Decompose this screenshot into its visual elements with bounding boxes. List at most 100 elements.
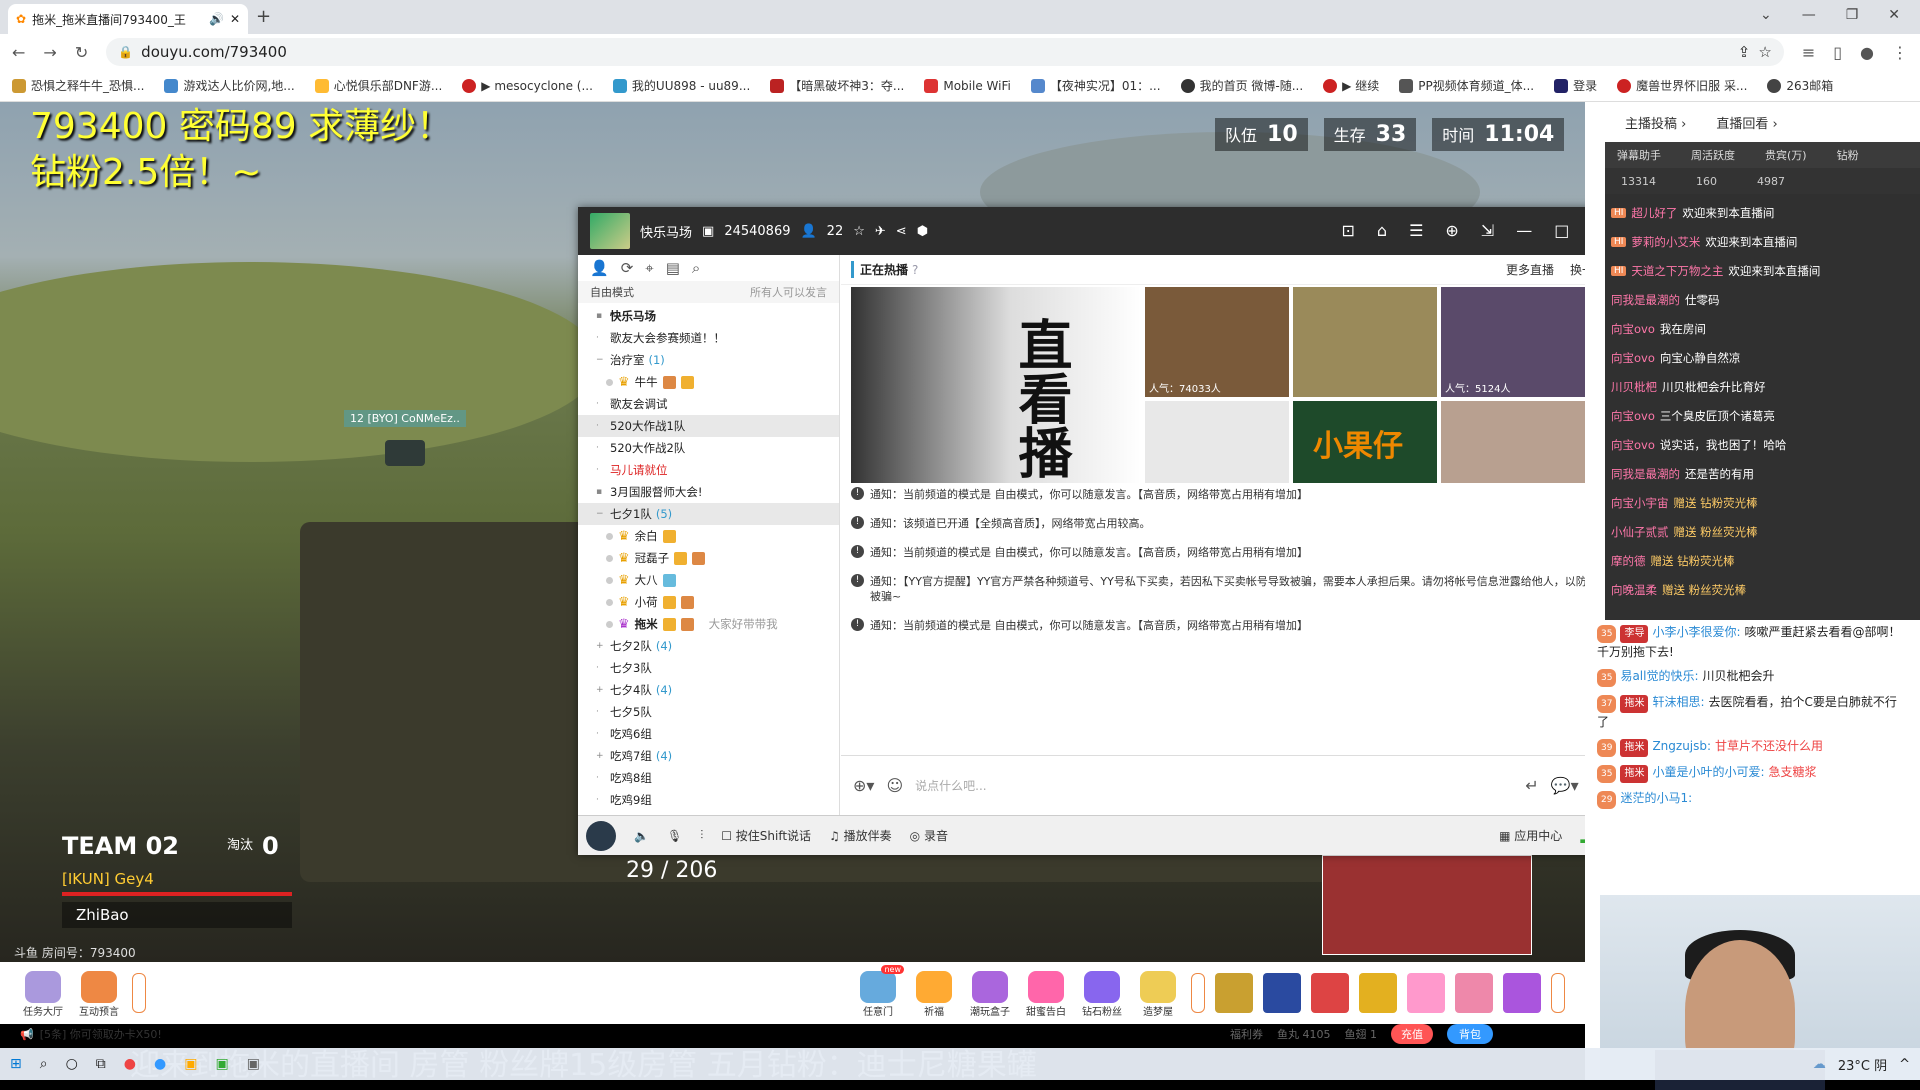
live-thumbnail[interactable] <box>1145 401 1289 483</box>
bookmark-item[interactable]: 263邮箱 <box>1767 77 1833 94</box>
tab-weekly[interactable]: 周活跃度 <box>1691 147 1735 163</box>
taskbar-app-icon[interactable]: ▣ <box>215 1056 228 1072</box>
speaker-icon[interactable]: 🔈 <box>634 829 649 843</box>
channel-item[interactable]: · 吃鸡6组 <box>578 723 839 745</box>
gamepad-icon[interactable]: ⊕▾ <box>853 776 874 795</box>
member-item[interactable]: ♛ 拖米 大家好带带我 <box>578 613 839 635</box>
bookmark-star-icon[interactable]: ☆ <box>1758 43 1771 61</box>
tab-search-icon[interactable]: ⌄ <box>1760 7 1772 23</box>
channel-item[interactable]: + 七夕4队 (4) <box>578 679 839 701</box>
tab-danmu[interactable]: 弹幕助手 <box>1617 147 1661 163</box>
tab-audio-icon[interactable]: 🔊 <box>209 12 224 26</box>
new-tab-button[interactable]: + <box>256 6 271 27</box>
welfare-ticket[interactable]: 福利券 <box>1230 1026 1263 1042</box>
live-thumbnail[interactable]: 人气：74033人 <box>1145 287 1289 397</box>
browser-tab[interactable]: ✿ 拖米_拖米直播间793400_王 🔊 ✕ <box>8 4 248 34</box>
more-live-link[interactable]: 更多直播 <box>1506 261 1554 278</box>
side-panel-icon[interactable]: ▯ <box>1833 43 1842 62</box>
user-icon[interactable]: 👤 <box>590 259 609 277</box>
mic-icon[interactable]: 🎙 <box>667 829 682 843</box>
favorite-icon[interactable]: ☆ <box>853 224 865 239</box>
gift-item[interactable]: 造梦屋 <box>1135 968 1181 1018</box>
search-icon[interactable]: ⌕ <box>692 259 700 277</box>
shift-talk-checkbox[interactable]: ☐ 按住Shift说话 <box>721 827 811 844</box>
list-icon[interactable]: ☰ <box>1409 221 1423 241</box>
search-icon[interactable]: ⌕ <box>40 1056 48 1072</box>
home-icon[interactable]: ⌂ <box>1377 221 1387 241</box>
video-icon[interactable]: ⊡ <box>1342 221 1355 241</box>
member-item[interactable]: ♛ 小荷 <box>578 591 839 613</box>
live-thumbnail[interactable]: 小果仔 <box>1293 401 1437 483</box>
help-icon[interactable]: ? <box>912 263 918 277</box>
live-thumbnail[interactable] <box>1293 287 1437 397</box>
bookmark-item[interactable]: 游戏达人比价网,地... <box>164 77 295 94</box>
task-view-icon[interactable]: ⧉ <box>96 1056 106 1072</box>
taskbar-app-icon[interactable]: ● <box>154 1056 166 1072</box>
channel-item[interactable]: · 吃鸡8组 <box>578 767 839 789</box>
channel-item[interactable]: · 歌友会调试 <box>578 393 839 415</box>
refresh-icon[interactable]: ⟳ <box>621 259 634 277</box>
download-icon[interactable]: ⇲ <box>1481 221 1494 241</box>
task-hall-button[interactable]: 任务大厅 <box>20 968 66 1018</box>
share-icon[interactable]: ⇪ <box>1738 43 1751 61</box>
back-icon[interactable]: ← <box>12 43 25 62</box>
channel-item[interactable]: · 歌友大会参赛频道！！ <box>578 327 839 349</box>
anchor-vote-link[interactable]: 主播投稿 › <box>1625 113 1686 132</box>
cortana-icon[interactable]: ○ <box>66 1056 78 1072</box>
bookmark-item[interactable]: PP视频体育频道_体... <box>1399 77 1534 94</box>
reload-icon[interactable]: ↻ <box>75 43 88 62</box>
send-icon[interactable]: ↵ <box>1525 776 1538 795</box>
channel-avatar[interactable] <box>590 213 630 249</box>
bag-button[interactable]: 背包 <box>1447 1024 1493 1044</box>
tray-chevron-icon[interactable]: ^ <box>1899 1057 1910 1072</box>
prediction-button[interactable]: 互动预言 <box>76 968 122 1018</box>
live-thumbnail[interactable] <box>1441 401 1585 483</box>
bookmark-item[interactable]: 我的首页 微博-随... <box>1180 77 1303 94</box>
gift-item[interactable] <box>1263 973 1301 1013</box>
bookmark-item[interactable]: Mobile WiFi <box>924 78 1011 93</box>
eq-icon[interactable]: ⫶ <box>700 828 703 843</box>
gift-item[interactable]: new 任意门 <box>855 965 904 1018</box>
taskbar-app-icon[interactable]: ▣ <box>184 1056 197 1072</box>
gift-item[interactable] <box>1359 973 1397 1013</box>
bookmark-item[interactable]: 恐惧之释牛牛_恐惧... <box>12 77 144 94</box>
location-icon[interactable]: ⌖ <box>645 259 653 277</box>
minimize-button[interactable]: — <box>1802 7 1816 23</box>
bookmark-item[interactable]: 【夜神实况】01：... <box>1030 77 1161 94</box>
bookmark-item[interactable]: ▶ 继续 <box>1323 77 1379 94</box>
gift-item[interactable] <box>1455 973 1493 1013</box>
user-avatar[interactable] <box>586 820 616 851</box>
channel-item[interactable]: · 七夕3队 <box>578 657 839 679</box>
member-item[interactable]: ♛ 余白 <box>578 525 839 547</box>
music-button[interactable]: ♫ 播放伴奏 <box>829 827 892 844</box>
channel-item[interactable]: − 七夕1队 (5) <box>578 503 839 525</box>
record-button[interactable]: ◎ 录音 <box>910 827 948 844</box>
bookmark-item[interactable]: 登录 <box>1554 77 1597 94</box>
start-icon[interactable]: ⊞ <box>10 1056 22 1072</box>
channel-item[interactable]: + 七夕2队 (4) <box>578 635 839 657</box>
bookmark-item[interactable]: 心悦俱乐部DNF游... <box>314 77 442 94</box>
address-bar[interactable]: 🔒 douyu.com/793400 ⇪ ☆ <box>106 38 1784 66</box>
live-thumbnail[interactable]: 直看播 <box>851 287 1141 483</box>
gift-item[interactable] <box>1215 973 1253 1013</box>
tab-close-icon[interactable]: ✕ <box>230 12 240 26</box>
bookmark-item[interactable]: 我的UU898 - uu89... <box>612 77 750 94</box>
channel-item[interactable]: · 吃鸡9组 <box>578 789 839 811</box>
bookmark-item[interactable]: 魔兽世界怀旧服 采... <box>1617 77 1747 94</box>
channel-item[interactable]: + 吃鸡7组 (4) <box>578 745 839 767</box>
profile-icon[interactable]: ● <box>1860 43 1874 62</box>
bookmark-item[interactable]: 【暗黑破坏神3：夺... <box>770 77 904 94</box>
forward-icon[interactable]: → <box>43 43 56 62</box>
gift-item[interactable]: 钻石粉丝 <box>1079 968 1125 1018</box>
taskbar-app-icon[interactable]: ▣ <box>247 1056 260 1072</box>
channel-item[interactable]: − 治疗室 (1) <box>578 349 839 371</box>
close-window-button[interactable]: ✕ <box>1888 7 1900 23</box>
reading-list-icon[interactable]: ≡ <box>1802 43 1815 62</box>
info-icon[interactable]: ⬢ <box>917 224 928 239</box>
gift-item[interactable] <box>1407 973 1445 1013</box>
gamepad-icon[interactable]: ⊕ <box>1445 221 1458 241</box>
live-thumbnail[interactable]: 人气：5124人 <box>1441 287 1585 397</box>
gift-item[interactable] <box>1311 973 1349 1013</box>
menu-icon[interactable]: ⋮ <box>1892 43 1908 62</box>
gift-item[interactable]: 祈福 <box>911 968 957 1018</box>
